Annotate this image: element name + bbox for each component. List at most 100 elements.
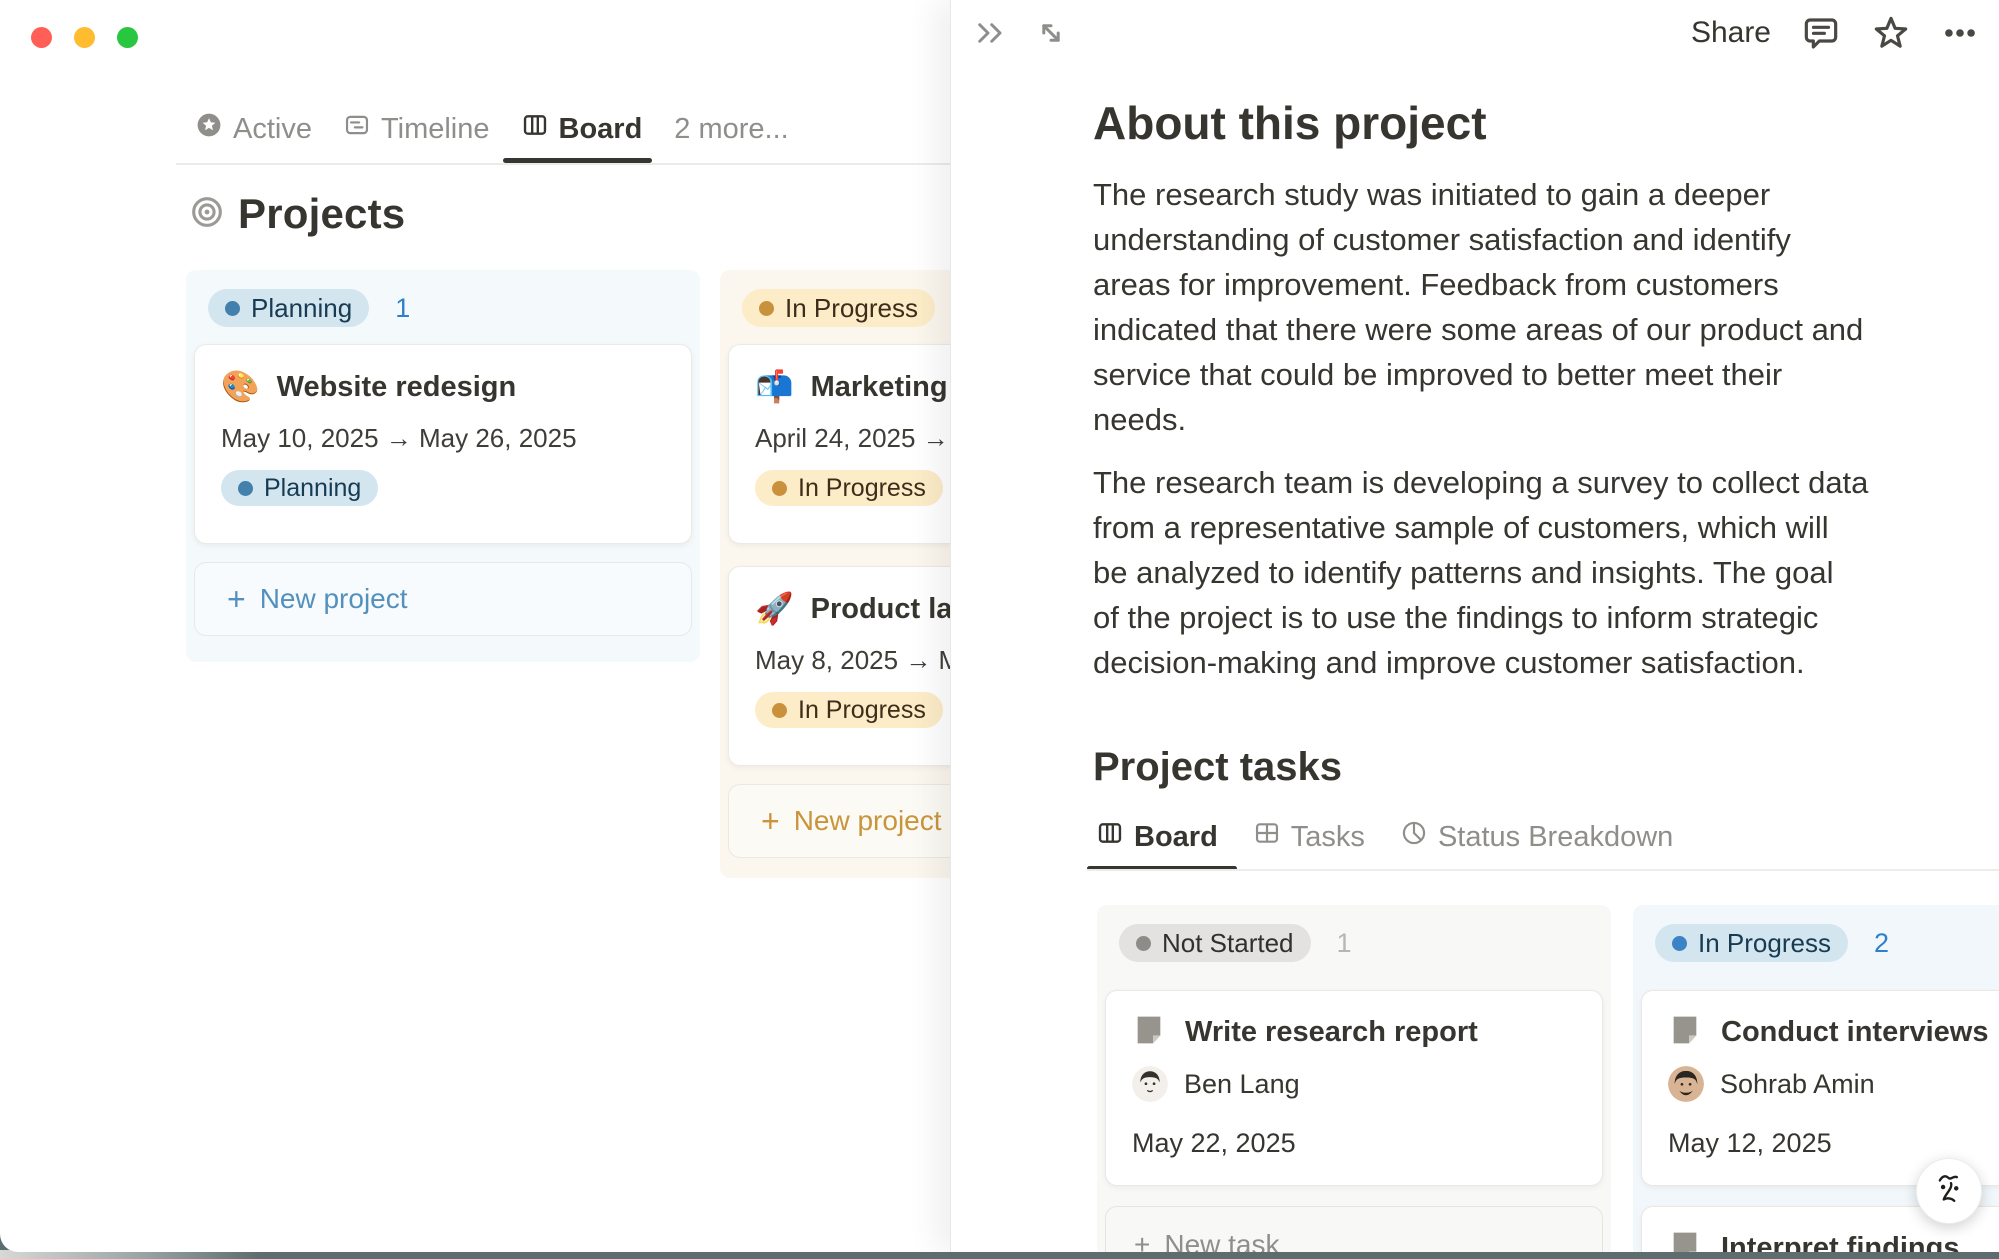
close-window-button[interactable] — [31, 27, 52, 48]
tabs-divider — [1087, 869, 1999, 871]
status-dot — [238, 481, 253, 496]
about-paragraph-2: The research team is developing a survey… — [1093, 460, 1868, 685]
tab-board-label: Board — [1134, 821, 1218, 854]
status-dot — [1672, 936, 1687, 951]
status-dot — [772, 481, 787, 496]
status-label: Planning — [264, 474, 361, 503]
status-dot — [759, 301, 774, 316]
tab-tasks-table[interactable]: Tasks — [1254, 820, 1365, 854]
column-count: 2 — [1874, 928, 1889, 959]
database-view-tabs: Active Timeline Board 2 more... — [196, 112, 789, 146]
bullseye-icon — [190, 195, 224, 234]
project-card-title: Marketing c — [811, 371, 972, 404]
avatar-sohrab-amin — [1668, 1066, 1704, 1102]
comments-icon[interactable] — [1801, 13, 1841, 53]
mailbox-emoji-icon: 📬 — [755, 369, 794, 405]
tab-active-view[interactable]: Active — [196, 112, 312, 146]
timeline-icon — [344, 112, 370, 146]
tab-timeline-label: Timeline — [381, 113, 490, 146]
tasks-view-tabs: Board Tasks Status Breakdown — [1097, 820, 1673, 854]
plus-icon: + — [761, 803, 780, 840]
pie-chart-icon — [1401, 820, 1427, 854]
tab-timeline-view[interactable]: Timeline — [344, 112, 490, 146]
about-paragraph-1: The research study was initiated to gain… — [1093, 172, 1863, 442]
page-heading-about: About this project — [1093, 96, 1487, 150]
expand-page-icon[interactable] — [1033, 15, 1069, 51]
project-card-website-redesign[interactable]: 🎨 Website redesign May 10, 2025 → May 26… — [194, 344, 692, 544]
assignee-name: Ben Lang — [1184, 1069, 1300, 1100]
status-label: In Progress — [798, 474, 926, 503]
status-label: Not Started — [1162, 928, 1294, 959]
task-card-write-research-report[interactable]: Write research report Ben Lang May 22, 2… — [1105, 990, 1603, 1186]
page-doc-icon — [1132, 1013, 1166, 1052]
status-label: Planning — [251, 293, 352, 324]
ai-face-icon — [1928, 1168, 1970, 1215]
status-label: In Progress — [785, 293, 918, 324]
new-project-button-planning[interactable]: + New project — [194, 562, 692, 636]
palette-emoji-icon: 🎨 — [221, 369, 260, 405]
plus-icon: + — [227, 581, 246, 618]
plus-icon: + — [1134, 1229, 1150, 1252]
tab-tasks-board[interactable]: Board — [1097, 820, 1218, 854]
database-title: Projects — [190, 190, 405, 238]
status-label: In Progress — [1698, 928, 1831, 959]
status-label: In Progress — [798, 696, 926, 725]
status-badge-in-progress[interactable]: In Progress — [1655, 924, 1848, 962]
page-title: Projects — [238, 190, 405, 238]
avatar-ben-lang — [1132, 1066, 1168, 1102]
task-date: May 12, 2025 — [1668, 1128, 1999, 1159]
task-title: Conduct interviews — [1721, 1016, 1989, 1049]
zoom-window-button[interactable] — [117, 27, 138, 48]
minimize-window-button[interactable] — [74, 27, 95, 48]
status-badge-in-progress[interactable]: In Progress — [742, 289, 935, 327]
new-task-label: New task — [1164, 1229, 1279, 1252]
board-column-planning: Planning 1 🎨 Website redesign May 10, 20… — [186, 270, 700, 662]
column-count: 1 — [395, 293, 410, 324]
status-dot — [1136, 936, 1151, 951]
table-icon — [1254, 820, 1280, 854]
tabs-divider — [176, 163, 950, 165]
more-options-icon[interactable] — [1941, 14, 1979, 52]
page-doc-icon — [1668, 1013, 1702, 1052]
tab-active-label: Active — [233, 113, 312, 146]
column-count: 1 — [1337, 928, 1352, 959]
tab-status-breakdown-label: Status Breakdown — [1438, 821, 1673, 854]
status-badge-planning-small: Planning — [221, 470, 378, 506]
rocket-emoji-icon: 🚀 — [755, 591, 794, 627]
new-task-button[interactable]: + New task — [1105, 1206, 1603, 1252]
tab-board-label: Board — [559, 113, 643, 146]
tab-more-views[interactable]: 2 more... — [674, 113, 788, 146]
tasks-column-not-started: Not Started 1 Write research report Ben … — [1097, 905, 1611, 1252]
task-title: Write research report — [1185, 1016, 1478, 1049]
board-columns-icon — [1097, 820, 1123, 854]
close-side-peek-icon[interactable] — [973, 15, 1009, 51]
tab-more-label: 2 more... — [674, 113, 788, 146]
notion-ai-button[interactable] — [1916, 1158, 1982, 1224]
section-heading-project-tasks: Project tasks — [1093, 745, 1342, 790]
star-circle-icon — [196, 112, 222, 146]
status-badge-in-progress-small: In Progress — [755, 692, 943, 728]
app-window: Active Timeline Board 2 more... Projects — [0, 0, 1999, 1252]
status-dot — [772, 703, 787, 718]
task-card-conduct-interviews[interactable]: Conduct interviews Sohrab Amin May 12, 2… — [1641, 990, 1999, 1186]
project-card-title: Website redesign — [277, 371, 517, 404]
tab-board-view[interactable]: Board — [522, 112, 643, 146]
task-title: Interpret findings — [1721, 1232, 1959, 1252]
tab-tasks-label: Tasks — [1291, 821, 1365, 854]
tab-status-breakdown[interactable]: Status Breakdown — [1401, 820, 1673, 854]
favorite-star-icon[interactable] — [1871, 13, 1911, 53]
status-dot — [225, 301, 240, 316]
project-card-dates: May 10, 2025 → May 26, 2025 — [221, 423, 665, 454]
project-card-title: Product lau — [811, 593, 971, 626]
status-badge-not-started[interactable]: Not Started — [1119, 924, 1311, 962]
side-peek-panel: Share About this project The research st… — [950, 0, 1999, 1252]
status-badge-in-progress-small: In Progress — [755, 470, 943, 506]
task-date: May 22, 2025 — [1132, 1128, 1576, 1159]
new-project-label: New project — [260, 583, 408, 615]
status-badge-planning[interactable]: Planning — [208, 289, 369, 327]
assignee-name: Sohrab Amin — [1720, 1069, 1875, 1100]
traffic-lights — [31, 27, 138, 48]
share-button[interactable]: Share — [1691, 16, 1771, 50]
new-project-label: New project — [794, 805, 942, 837]
page-doc-icon — [1668, 1229, 1702, 1252]
